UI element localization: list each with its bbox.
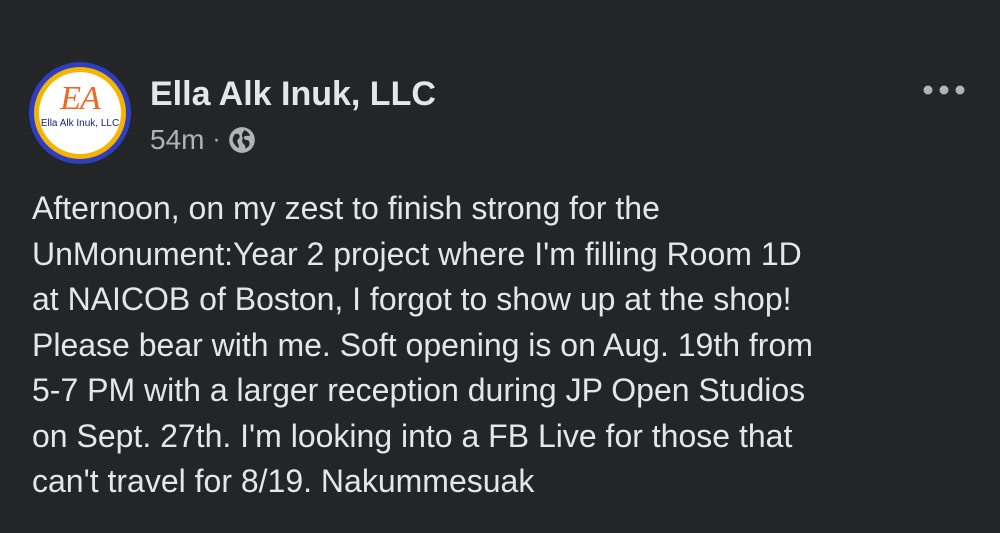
post-card: EA Ella Alk Inuk, LLC Ella Alk Inuk, LLC…: [0, 0, 1000, 533]
avatar[interactable]: EA Ella Alk Inuk, LLC: [29, 62, 131, 164]
more-options-icon[interactable]: [920, 72, 968, 108]
author-name[interactable]: Ella Alk Inuk, LLC: [150, 74, 436, 114]
avatar-monogram: EA: [60, 80, 101, 117]
post-body: Afternoon, on my zest to finish strong f…: [32, 190, 813, 499]
post-timestamp[interactable]: 54m: [150, 124, 204, 156]
globe-icon[interactable]: [228, 126, 256, 154]
meta-separator: ·: [212, 126, 221, 153]
avatar-caption: Ella Alk Inuk, LLC: [40, 118, 120, 129]
post-meta: 54m ·: [150, 122, 256, 158]
